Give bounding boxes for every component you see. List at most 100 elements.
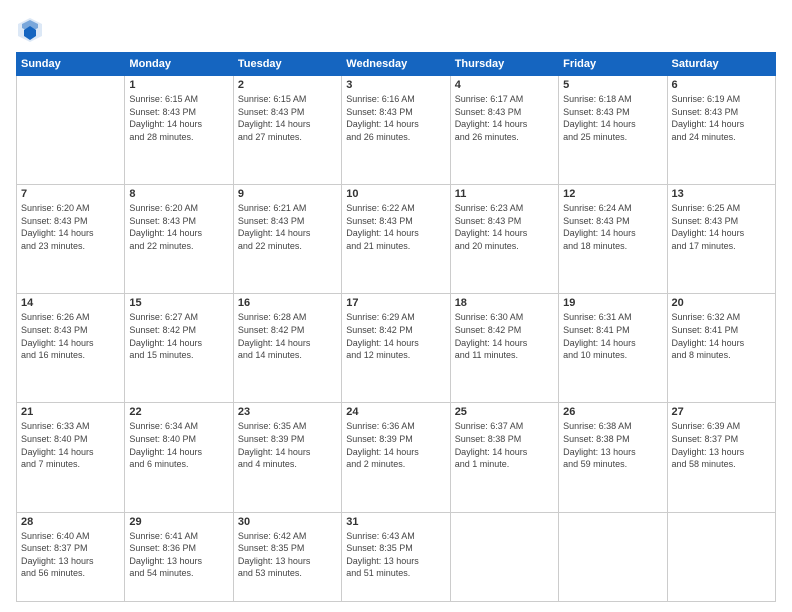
day-detail: Sunrise: 6:30 AMSunset: 8:42 PMDaylight:… xyxy=(455,311,554,361)
day-number: 19 xyxy=(563,297,662,309)
day-detail: Sunrise: 6:36 AMSunset: 8:39 PMDaylight:… xyxy=(346,420,445,470)
day-number: 26 xyxy=(563,406,662,418)
day-detail: Sunrise: 6:15 AMSunset: 8:43 PMDaylight:… xyxy=(129,93,228,143)
day-detail: Sunrise: 6:18 AMSunset: 8:43 PMDaylight:… xyxy=(563,93,662,143)
day-number: 10 xyxy=(346,188,445,200)
page: SundayMondayTuesdayWednesdayThursdayFrid… xyxy=(0,0,792,612)
calendar-week-row: 21 Sunrise: 6:33 AMSunset: 8:40 PMDayligh… xyxy=(17,403,776,512)
day-detail: Sunrise: 6:41 AMSunset: 8:36 PMDaylight:… xyxy=(129,530,228,580)
calendar-cell: 15 Sunrise: 6:27 AMSunset: 8:42 PMDayligh… xyxy=(125,294,233,403)
day-number: 12 xyxy=(563,188,662,200)
calendar-cell: 27 Sunrise: 6:39 AMSunset: 8:37 PMDayligh… xyxy=(667,403,775,512)
calendar-cell: 31Sunrise: 6:43 AMSunset: 8:35 PMDayligh… xyxy=(342,512,450,601)
day-number: 21 xyxy=(21,406,120,418)
calendar-cell: 10 Sunrise: 6:22 AMSunset: 8:43 PMDayligh… xyxy=(342,185,450,294)
header xyxy=(16,16,776,44)
calendar-cell: 1 Sunrise: 6:15 AMSunset: 8:43 PMDaylight… xyxy=(125,76,233,185)
calendar-cell: 26Sunrise: 6:38 AMSunset: 8:38 PMDayligh… xyxy=(559,403,667,512)
day-detail: Sunrise: 6:37 AMSunset: 8:38 PMDaylight:… xyxy=(455,420,554,470)
logo-icon xyxy=(16,16,44,44)
day-detail: Sunrise: 6:26 AMSunset: 8:43 PMDaylight:… xyxy=(21,311,120,361)
day-detail: Sunrise: 6:17 AMSunset: 8:43 PMDaylight:… xyxy=(455,93,554,143)
day-number: 14 xyxy=(21,297,120,309)
day-number: 16 xyxy=(238,297,337,309)
calendar-cell: 28Sunrise: 6:40 AMSunset: 8:37 PMDayligh… xyxy=(17,512,125,601)
calendar-cell: 20 Sunrise: 6:32 AMSunset: 8:41 PMDayligh… xyxy=(667,294,775,403)
day-number: 15 xyxy=(129,297,228,309)
day-detail: Sunrise: 6:25 AMSunset: 8:43 PMDaylight:… xyxy=(672,202,771,252)
weekday-header-saturday: Saturday xyxy=(667,53,775,76)
calendar-cell: 4 Sunrise: 6:17 AMSunset: 8:43 PMDaylight… xyxy=(450,76,558,185)
day-number: 6 xyxy=(672,79,771,91)
day-detail: Sunrise: 6:20 AMSunset: 8:43 PMDaylight:… xyxy=(21,202,120,252)
day-detail: Sunrise: 6:35 AMSunset: 8:39 PMDaylight:… xyxy=(238,420,337,470)
weekday-header-wednesday: Wednesday xyxy=(342,53,450,76)
day-detail: Sunrise: 6:19 AMSunset: 8:43 PMDaylight:… xyxy=(672,93,771,143)
calendar-cell: 14 Sunrise: 6:26 AMSunset: 8:43 PMDayligh… xyxy=(17,294,125,403)
day-detail: Sunrise: 6:33 AMSunset: 8:40 PMDaylight:… xyxy=(21,420,120,470)
day-detail: Sunrise: 6:20 AMSunset: 8:43 PMDaylight:… xyxy=(129,202,228,252)
logo xyxy=(16,16,48,44)
calendar-week-row: 28Sunrise: 6:40 AMSunset: 8:37 PMDayligh… xyxy=(17,512,776,601)
day-detail: Sunrise: 6:31 AMSunset: 8:41 PMDaylight:… xyxy=(563,311,662,361)
calendar-cell xyxy=(667,512,775,601)
day-number: 2 xyxy=(238,79,337,91)
calendar-cell: 7 Sunrise: 6:20 AMSunset: 8:43 PMDaylight… xyxy=(17,185,125,294)
day-number: 13 xyxy=(672,188,771,200)
calendar-cell: 12 Sunrise: 6:24 AMSunset: 8:43 PMDayligh… xyxy=(559,185,667,294)
day-number: 30 xyxy=(238,516,337,528)
day-number: 20 xyxy=(672,297,771,309)
day-detail: Sunrise: 6:28 AMSunset: 8:42 PMDaylight:… xyxy=(238,311,337,361)
day-number: 24 xyxy=(346,406,445,418)
day-number: 27 xyxy=(672,406,771,418)
day-number: 8 xyxy=(129,188,228,200)
calendar-cell: 29Sunrise: 6:41 AMSunset: 8:36 PMDayligh… xyxy=(125,512,233,601)
calendar-week-row: 1 Sunrise: 6:15 AMSunset: 8:43 PMDaylight… xyxy=(17,76,776,185)
day-detail: Sunrise: 6:22 AMSunset: 8:43 PMDaylight:… xyxy=(346,202,445,252)
calendar-cell xyxy=(450,512,558,601)
day-number: 7 xyxy=(21,188,120,200)
calendar-cell: 9 Sunrise: 6:21 AMSunset: 8:43 PMDaylight… xyxy=(233,185,341,294)
day-number: 22 xyxy=(129,406,228,418)
day-detail: Sunrise: 6:15 AMSunset: 8:43 PMDaylight:… xyxy=(238,93,337,143)
calendar-cell xyxy=(559,512,667,601)
day-detail: Sunrise: 6:21 AMSunset: 8:43 PMDaylight:… xyxy=(238,202,337,252)
weekday-header-thursday: Thursday xyxy=(450,53,558,76)
calendar-week-row: 7 Sunrise: 6:20 AMSunset: 8:43 PMDaylight… xyxy=(17,185,776,294)
day-detail: Sunrise: 6:40 AMSunset: 8:37 PMDaylight:… xyxy=(21,530,120,580)
day-number: 4 xyxy=(455,79,554,91)
calendar-cell: 3Sunrise: 6:16 AMSunset: 8:43 PMDaylight… xyxy=(342,76,450,185)
calendar-cell: 16 Sunrise: 6:28 AMSunset: 8:42 PMDayligh… xyxy=(233,294,341,403)
day-detail: Sunrise: 6:29 AMSunset: 8:42 PMDaylight:… xyxy=(346,311,445,361)
calendar-week-row: 14 Sunrise: 6:26 AMSunset: 8:43 PMDayligh… xyxy=(17,294,776,403)
calendar-cell: 5 Sunrise: 6:18 AMSunset: 8:43 PMDaylight… xyxy=(559,76,667,185)
calendar-cell: 13 Sunrise: 6:25 AMSunset: 8:43 PMDayligh… xyxy=(667,185,775,294)
weekday-header-friday: Friday xyxy=(559,53,667,76)
calendar-cell: 8 Sunrise: 6:20 AMSunset: 8:43 PMDaylight… xyxy=(125,185,233,294)
weekday-header-sunday: Sunday xyxy=(17,53,125,76)
day-number: 5 xyxy=(563,79,662,91)
day-detail: Sunrise: 6:39 AMSunset: 8:37 PMDaylight:… xyxy=(672,420,771,470)
day-detail: Sunrise: 6:27 AMSunset: 8:42 PMDaylight:… xyxy=(129,311,228,361)
day-number: 17 xyxy=(346,297,445,309)
calendar-cell: 19 Sunrise: 6:31 AMSunset: 8:41 PMDayligh… xyxy=(559,294,667,403)
weekday-header-tuesday: Tuesday xyxy=(233,53,341,76)
day-detail: Sunrise: 6:32 AMSunset: 8:41 PMDaylight:… xyxy=(672,311,771,361)
day-number: 25 xyxy=(455,406,554,418)
day-number: 11 xyxy=(455,188,554,200)
calendar-cell xyxy=(17,76,125,185)
calendar-cell: 6 Sunrise: 6:19 AMSunset: 8:43 PMDaylight… xyxy=(667,76,775,185)
weekday-header-row: SundayMondayTuesdayWednesdayThursdayFrid… xyxy=(17,53,776,76)
calendar-cell: 22 Sunrise: 6:34 AMSunset: 8:40 PMDayligh… xyxy=(125,403,233,512)
calendar-cell: 21 Sunrise: 6:33 AMSunset: 8:40 PMDayligh… xyxy=(17,403,125,512)
day-detail: Sunrise: 6:24 AMSunset: 8:43 PMDaylight:… xyxy=(563,202,662,252)
calendar-cell: 18Sunrise: 6:30 AMSunset: 8:42 PMDayligh… xyxy=(450,294,558,403)
weekday-header-monday: Monday xyxy=(125,53,233,76)
calendar-cell: 24 Sunrise: 6:36 AMSunset: 8:39 PMDayligh… xyxy=(342,403,450,512)
day-detail: Sunrise: 6:34 AMSunset: 8:40 PMDaylight:… xyxy=(129,420,228,470)
calendar-cell: 17 Sunrise: 6:29 AMSunset: 8:42 PMDayligh… xyxy=(342,294,450,403)
day-detail: Sunrise: 6:23 AMSunset: 8:43 PMDaylight:… xyxy=(455,202,554,252)
calendar: SundayMondayTuesdayWednesdayThursdayFrid… xyxy=(16,52,776,602)
day-number: 1 xyxy=(129,79,228,91)
day-number: 9 xyxy=(238,188,337,200)
